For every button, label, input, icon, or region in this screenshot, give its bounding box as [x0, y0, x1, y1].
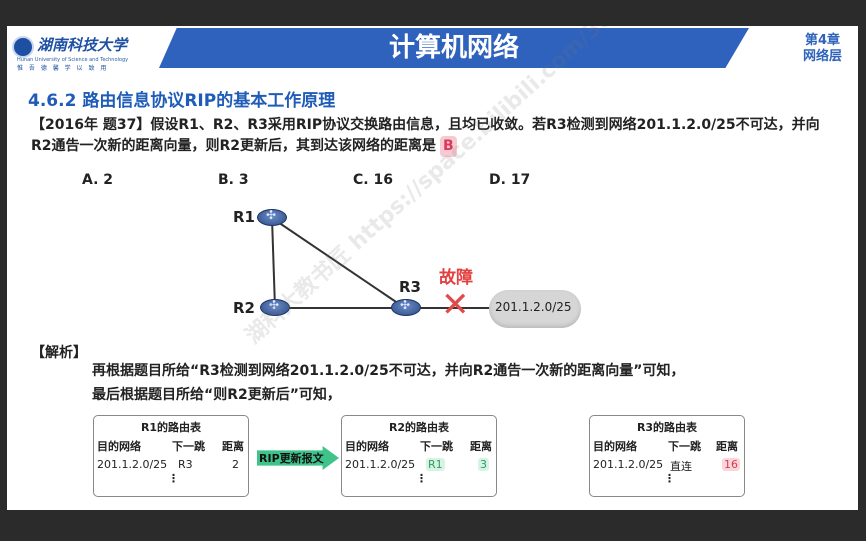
cell-dest: 201.1.2.0/25	[345, 458, 416, 471]
cell-distance: 16	[722, 458, 740, 471]
column-header-next-hop: 下一跳	[172, 440, 205, 453]
router-icon	[257, 208, 287, 226]
cell-distance: 3	[478, 458, 489, 471]
column-header-dest: 目的网络	[345, 440, 389, 453]
cell-dest: 201.1.2.0/25	[97, 458, 168, 471]
column-header-next-hop: 下一跳	[668, 440, 701, 453]
column-header-distance: 距离	[470, 440, 492, 453]
routing-table-r1: R1的路由表 目的网络 下一跳 距离 201.1.2.0/25 R3 2 ⋮	[93, 415, 249, 497]
column-header-distance: 距离	[716, 440, 738, 453]
rip-update-label: RIP更新报文	[259, 452, 324, 465]
analysis-text: 再根据题目所给“R3检测到网络201.1.2.0/25不可达，并向R2通告一次新…	[92, 359, 832, 407]
analysis-line-2: 最后根据题目所给“则R2更新后”可知，	[92, 387, 341, 403]
cell-next-hop: R1	[426, 458, 445, 471]
cell-dest: 201.1.2.0/25	[593, 458, 664, 471]
routing-table-title: R2的路由表	[388, 421, 450, 434]
column-header-dest: 目的网络	[593, 440, 637, 453]
cell-next-hop: R3	[178, 458, 193, 471]
cell-distance: 2	[232, 458, 239, 471]
slide: 湖南科技大学 Hunan University of Science and T…	[7, 26, 858, 510]
fault-cross-icon: ✕	[441, 285, 470, 325]
column-header-dest: 目的网络	[97, 440, 141, 453]
analysis-label: 【解析】	[31, 345, 87, 361]
routing-table-title: R3的路由表	[636, 421, 698, 434]
router-label-r1: R1	[233, 208, 255, 226]
network-label: 201.1.2.0/25	[495, 300, 572, 314]
more-rows-icon: ⋮	[416, 472, 427, 485]
analysis-line-1: 再根据题目所给“R3检测到网络201.1.2.0/25不可达，并向R2通告一次新…	[92, 363, 685, 379]
routing-table-r3: R3的路由表 目的网络 下一跳 距离 201.1.2.0/25 直连 16 ⋮	[589, 415, 745, 497]
router-icon	[391, 298, 421, 316]
router-label-r3: R3	[399, 278, 421, 296]
column-header-next-hop: 下一跳	[420, 440, 453, 453]
more-rows-icon: ⋮	[664, 472, 675, 485]
column-header-distance: 距离	[222, 440, 244, 453]
routing-table-title: R1的路由表	[140, 421, 202, 434]
routing-table-r2: R2的路由表 目的网络 下一跳 距离 201.1.2.0/25 R1 3 ⋮	[341, 415, 497, 497]
more-rows-icon: ⋮	[168, 472, 179, 485]
